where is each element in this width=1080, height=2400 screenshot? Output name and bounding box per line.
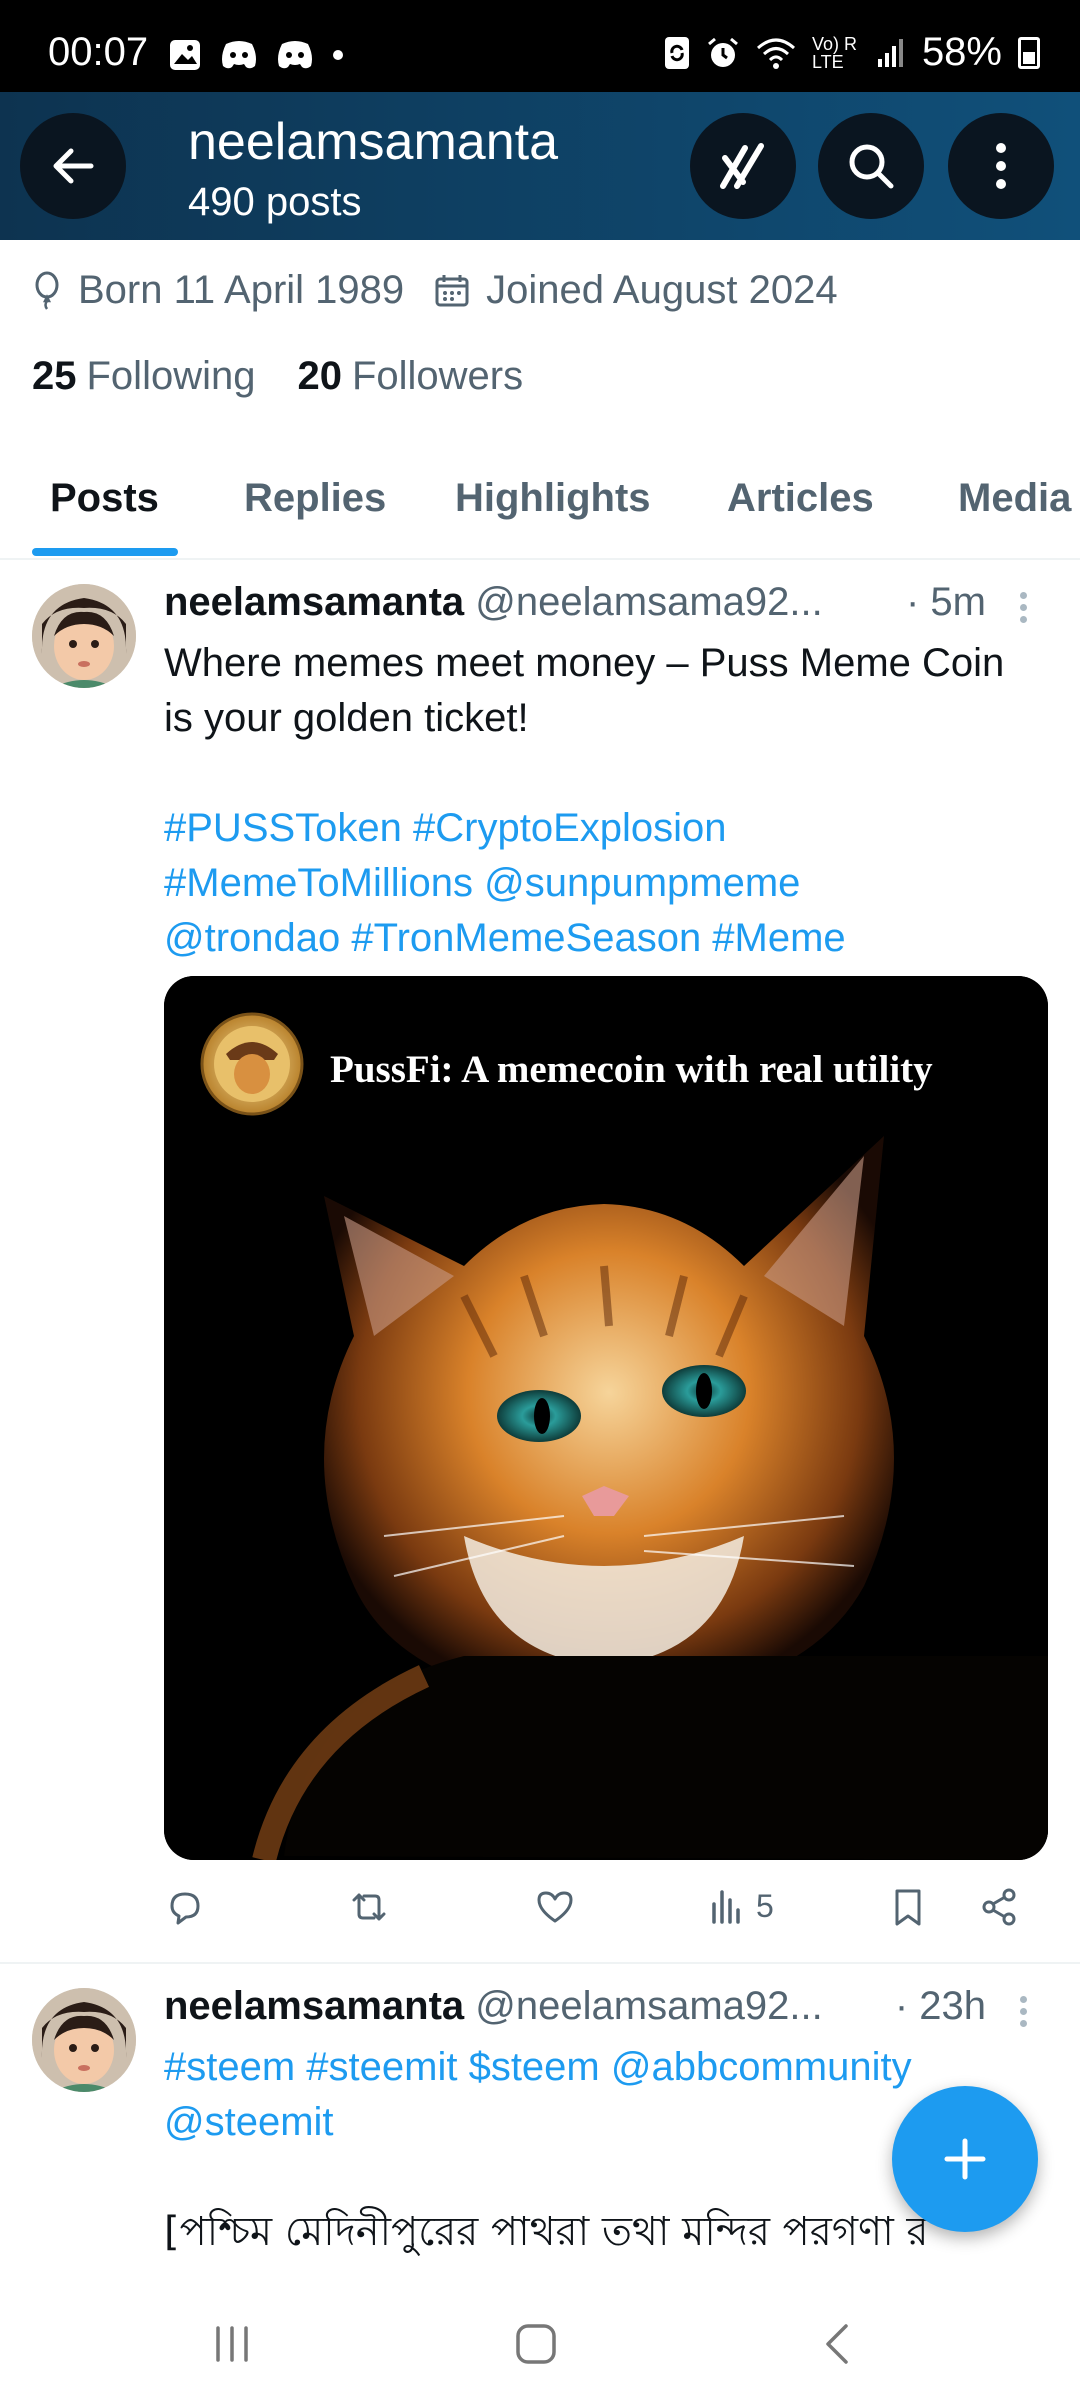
following-count: 25 (32, 354, 77, 398)
avatar-image (32, 1988, 136, 2092)
recent-apps-button[interactable] (202, 2314, 262, 2374)
recent-apps-icon (216, 2326, 248, 2362)
system-nav-bar (0, 2276, 1080, 2400)
joined-text: Joined August 2024 (486, 268, 838, 312)
followers-label: Followers (351, 354, 524, 398)
compose-post-button[interactable] (892, 2086, 1038, 2232)
home-button[interactable] (506, 2314, 566, 2374)
battery-percent: 58% (921, 30, 1002, 74)
hashtag-line[interactable]: @trondao #TronMemeSeason #Meme (164, 911, 1044, 966)
gallery-icon (170, 40, 200, 70)
profile-meta: Born 11 April 1989 Joined August 2024 (32, 268, 868, 313)
sync-icon (664, 36, 689, 69)
bookmark-button[interactable] (890, 1886, 926, 1928)
like-button[interactable] (534, 1886, 576, 1928)
author-name[interactable]: neelamsamanta (164, 580, 464, 624)
header-posts-count: 490 posts (188, 180, 362, 224)
post-time: · 5m (906, 580, 986, 624)
back-button[interactable] (20, 113, 126, 219)
reply-icon (170, 1892, 200, 1925)
status-time: 00:07 (48, 30, 149, 74)
bookmark-icon (895, 1889, 921, 1926)
views-button[interactable]: 5 (710, 1886, 774, 1926)
cat-image: PussFi: A memecoin with real utility (164, 976, 1048, 1860)
dot-icon (333, 50, 343, 60)
more-vertical-icon (996, 143, 1006, 189)
post-time: · 23h (894, 1984, 986, 2028)
battery-icon (1018, 36, 1040, 69)
followers-link[interactable]: 20 Followers (297, 354, 523, 399)
avatar[interactable] (32, 584, 136, 688)
network-type: Vo) R LTE (811, 33, 857, 72)
more-options-button[interactable] (948, 113, 1054, 219)
followers-count: 20 (297, 354, 342, 398)
repost-icon (352, 1893, 386, 1921)
balloon-icon (35, 271, 59, 310)
calendar-icon (435, 274, 469, 306)
hashtag-line[interactable]: #steem #steemit $steem @abbcommunity (164, 2040, 1044, 2095)
chevron-left-icon (826, 2324, 848, 2364)
avatar-image (32, 584, 136, 688)
views-count: 5 (756, 1887, 774, 1924)
author-handle[interactable]: @neelamsama92... (475, 580, 822, 624)
heart-icon (537, 1891, 573, 1923)
avatar[interactable] (32, 1988, 136, 2092)
reply-button[interactable] (164, 1886, 206, 1928)
tab-highlights[interactable]: Highlights (455, 476, 651, 521)
author-name[interactable]: neelamsamanta (164, 1984, 464, 2028)
repost-button[interactable] (346, 1886, 392, 1928)
tab-articles[interactable]: Articles (727, 476, 874, 521)
post-text-line: is your golden ticket! (164, 696, 529, 740)
profile-tabs: Posts Replies Highlights Articles Media (0, 462, 1080, 560)
signal-icon (877, 38, 903, 67)
author-handle[interactable]: @neelamsama92... (475, 1984, 822, 2028)
home-icon (516, 2324, 556, 2364)
born-date: Born 11 April 1989 (32, 268, 404, 313)
post-more-button[interactable] (1020, 592, 1030, 628)
search-icon (849, 144, 894, 189)
active-tab-indicator (32, 548, 178, 556)
wifi-icon (756, 38, 795, 69)
post-image[interactable]: PussFi: A memecoin with real utility (164, 976, 1048, 1860)
plus-icon (944, 2138, 986, 2180)
discord-icon (222, 41, 256, 69)
joined-date: Joined August 2024 (434, 268, 838, 313)
notification-icons (168, 38, 344, 72)
tab-replies[interactable]: Replies (244, 476, 386, 521)
share-icon (982, 1888, 1016, 1926)
grok-button[interactable] (690, 113, 796, 219)
post-header: neelamsamanta @neelamsama92... (164, 580, 1004, 625)
post-text: Where memes meet money – Puss Meme Coin … (164, 636, 1044, 966)
status-right: Vo) R LTE 58% (664, 30, 1040, 75)
post-header: neelamsamanta @neelamsama92... (164, 1984, 1004, 2029)
tab-posts[interactable]: Posts (50, 476, 159, 521)
views-icon (712, 1890, 740, 1924)
hashtag-line[interactable]: #PUSSToken #CryptoExplosion (164, 801, 1044, 856)
status-bar: 00:07 Vo) R LTE 58% (0, 0, 1080, 92)
follow-stats: 25 Following 20 Followers (32, 354, 523, 399)
image-caption: PussFi: A memecoin with real utility (330, 1048, 933, 1091)
header-name: neelamsamanta (188, 113, 558, 171)
alarm-icon (707, 37, 738, 67)
tab-media[interactable]: Media (958, 476, 1071, 521)
following-label: Following (86, 354, 256, 398)
arrow-left-icon (53, 148, 94, 184)
post-text-line: [পশ্চিম মেদিনীপুরের পাথরা তথা মন্দির পরগ… (164, 2209, 929, 2255)
following-link[interactable]: 25 Following (32, 354, 255, 399)
post[interactable]: neelamsamanta @neelamsama92... · 5m Wher… (0, 562, 1080, 1964)
discord-icon (278, 41, 312, 69)
hashtag-line[interactable]: #MemeToMillions @sunpumpmeme (164, 856, 1044, 911)
post-actions: 5 (164, 1886, 1044, 1946)
post-more-button[interactable] (1020, 1996, 1030, 2032)
profile-header: neelamsamanta 490 posts (0, 92, 1080, 240)
grok-icon (720, 143, 764, 189)
search-button[interactable] (818, 113, 924, 219)
born-text: Born 11 April 1989 (78, 268, 405, 312)
share-button[interactable] (978, 1886, 1020, 1928)
post-text-line: Where memes meet money – Puss Meme Coin (164, 641, 1005, 685)
system-back-button[interactable] (808, 2314, 868, 2374)
